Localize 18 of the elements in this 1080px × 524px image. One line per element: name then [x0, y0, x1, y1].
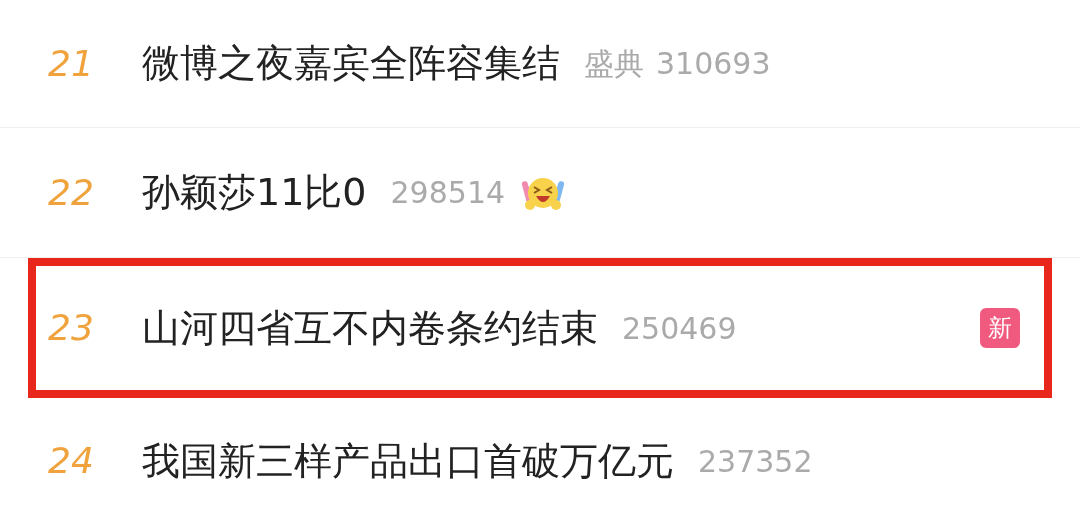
rank-number: 22: [48, 170, 95, 215]
topic-title: 我国新三样产品出口首破万亿元: [142, 437, 674, 485]
hot-search-row[interactable]: 22 孙颖莎11比0 298514: [0, 128, 1080, 257]
heat-count: 310693: [656, 45, 771, 83]
hot-search-row[interactable]: 23 山河四省互不内卷条约结束 250469 新: [28, 258, 1052, 398]
hot-search-row[interactable]: 21 微博之夜嘉宾全阵容集结 盛典 310693: [0, 0, 1080, 127]
rank-number: 24: [48, 439, 95, 483]
topic-title: 山河四省互不内卷条约结束: [142, 304, 598, 352]
rank-number: 21: [48, 41, 95, 86]
heat-count: 237352: [698, 442, 813, 481]
new-badge: 新: [980, 308, 1020, 348]
hot-search-row[interactable]: 24 我国新三样产品出口首破万亿元 237352: [0, 398, 1080, 524]
topic-tag: 盛典: [584, 41, 644, 86]
heat-count: 298514: [390, 174, 506, 212]
topic-title: 孙颖莎11比0: [142, 169, 367, 216]
heat-count: 250469: [622, 309, 737, 348]
topic-title: 微博之夜嘉宾全阵容集结: [142, 40, 560, 87]
rank-number: 23: [48, 306, 95, 350]
